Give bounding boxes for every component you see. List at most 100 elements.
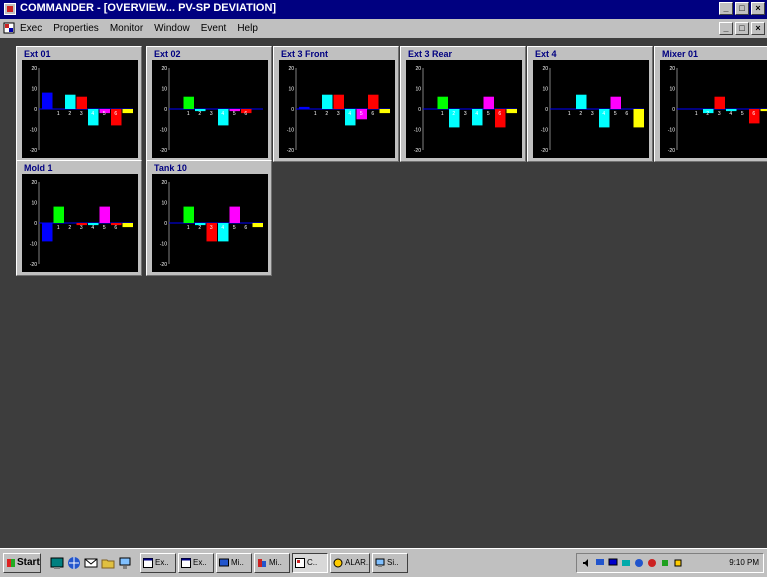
- chart-panel[interactable]: Mold 1 20 10 0 -10 -20 1 2 3 4 5 6: [16, 160, 142, 276]
- y-tick-label: -10: [30, 242, 37, 248]
- taskbar-item-label: Ex..: [155, 558, 169, 567]
- y-tick-label: 20: [31, 180, 37, 186]
- taskbar-item[interactable]: Ex..: [140, 553, 176, 573]
- x-tick-label: 1: [57, 111, 60, 117]
- y-tick-label: 10: [161, 201, 167, 207]
- y-tick-label: 0: [672, 107, 675, 113]
- chart-bar: [183, 206, 194, 223]
- x-tick-label: 2: [579, 111, 582, 117]
- y-tick-label: 0: [34, 221, 37, 227]
- chart-panel[interactable]: Tank 10 20 10 0 -10 -20 1 2 3 4 5 6: [146, 160, 272, 276]
- x-tick-label: 6: [244, 111, 247, 117]
- mail-icon[interactable]: [84, 556, 98, 570]
- taskbar-item-active[interactable]: C..: [292, 553, 328, 573]
- y-tick-label: 20: [669, 66, 675, 72]
- chart-bar: [379, 109, 390, 114]
- mdi-close-button[interactable]: ×: [751, 22, 765, 35]
- deviation-chart: 20 10 0 -10 -20 1 2 3 4 5 6: [22, 174, 138, 272]
- title-bar[interactable]: COMMANDER - [OVERVIEW... PV-SP DEVIATION…: [0, 0, 767, 19]
- chart-panel[interactable]: Ext 4 20 10 0 -10 -20 1 2 3 4 5 6: [527, 46, 653, 162]
- y-tick-label: 20: [288, 66, 294, 72]
- task-tray-icon[interactable]: [621, 558, 631, 568]
- y-tick-label: 10: [288, 87, 294, 93]
- taskbar: Start Ex.. Ex.. Mi.. Mi.. C.. ALAR.. Si.…: [0, 548, 767, 577]
- x-tick-label: 2: [68, 111, 71, 117]
- x-tick-label: 1: [695, 111, 698, 117]
- chart-title: Ext 02: [154, 49, 181, 59]
- x-tick-label: 4: [91, 111, 94, 117]
- document-icon[interactable]: [3, 22, 15, 34]
- chart-panel[interactable]: Ext 3 Rear 20 10 0 -10 -20 1 2 3 4 5 6: [400, 46, 526, 162]
- y-tick-label: 0: [34, 107, 37, 113]
- y-tick-label: -10: [30, 128, 37, 134]
- chart-bar: [760, 109, 767, 112]
- volume-icon[interactable]: [582, 558, 592, 568]
- folder-icon[interactable]: [101, 556, 115, 570]
- y-tick-label: 0: [291, 107, 294, 113]
- chart-panel[interactable]: Ext 3 Front 20 10 0 -10 -20 1 2 3 4 5 6: [273, 46, 399, 162]
- x-tick-label: 5: [360, 111, 363, 117]
- x-tick-label: 5: [233, 225, 236, 231]
- x-tick-label: 3: [210, 225, 213, 231]
- chart-bar: [42, 223, 53, 242]
- x-tick-label: 6: [114, 111, 117, 117]
- x-tick-label: 3: [80, 111, 83, 117]
- chart-bar: [506, 109, 517, 114]
- desktop-icon[interactable]: [50, 556, 64, 570]
- x-tick-label: 3: [80, 225, 83, 231]
- menu-help[interactable]: Help: [237, 23, 258, 34]
- minimize-button[interactable]: _: [719, 2, 733, 15]
- x-tick-label: 4: [221, 225, 224, 231]
- y-tick-label: -10: [160, 128, 167, 134]
- x-tick-label: 2: [198, 225, 201, 231]
- x-tick-label: 5: [741, 111, 744, 117]
- app-icon[interactable]: [4, 3, 16, 15]
- y-tick-label: -20: [160, 148, 167, 154]
- power-tray-icon[interactable]: [660, 558, 670, 568]
- x-tick-label: 4: [348, 111, 351, 117]
- taskbar-item[interactable]: Mi..: [254, 553, 290, 573]
- monitor-tray-icon[interactable]: [608, 558, 618, 568]
- security-tray-icon[interactable]: [673, 558, 683, 568]
- chart-bar: [65, 94, 76, 109]
- taskbar-item[interactable]: ALAR..: [330, 553, 370, 573]
- deviation-chart: 20 10 0 -10 -20 1 2 3 4 5 6: [660, 60, 767, 158]
- chart-bar: [122, 223, 133, 228]
- taskbar-item[interactable]: Ex..: [178, 553, 214, 573]
- network-icon[interactable]: [118, 556, 132, 570]
- taskbar-item-label: Si..: [387, 558, 399, 567]
- browser-icon[interactable]: [67, 556, 81, 570]
- taskbar-item-label: ALAR..: [345, 558, 370, 567]
- close-button[interactable]: ×: [751, 2, 765, 15]
- chart-panel[interactable]: Ext 02 20 10 0 -10 -20 1 2 3 4 5 6: [146, 46, 272, 162]
- chart-title: Mold 1: [24, 163, 53, 173]
- taskbar-item[interactable]: Mi..: [216, 553, 252, 573]
- mixer-app-icon: [258, 559, 266, 567]
- menu-event[interactable]: Event: [201, 23, 227, 34]
- x-tick-label: 5: [614, 111, 617, 117]
- menu-properties[interactable]: Properties: [53, 23, 99, 34]
- window-title: COMMANDER - [OVERVIEW... PV-SP DEVIATION…: [20, 2, 277, 14]
- start-button[interactable]: Start: [3, 553, 41, 573]
- mdi-restore-button[interactable]: □: [735, 22, 749, 35]
- chart-bar: [183, 96, 194, 109]
- y-tick-label: 10: [31, 201, 37, 207]
- chart-bar: [99, 206, 110, 223]
- alert-tray-icon[interactable]: [647, 558, 657, 568]
- chart-title: Mixer 01: [662, 49, 699, 59]
- x-tick-label: 2: [452, 111, 455, 117]
- taskbar-item[interactable]: Si..: [372, 553, 408, 573]
- mdi-minimize-button[interactable]: _: [719, 22, 733, 35]
- menu-monitor[interactable]: Monitor: [110, 23, 143, 34]
- scheduler-tray-icon[interactable]: [634, 558, 644, 568]
- y-tick-label: 10: [669, 87, 675, 93]
- maximize-button[interactable]: □: [735, 2, 749, 15]
- deviation-chart: 20 10 0 -10 -20 1 2 3 4 5 6: [279, 60, 395, 158]
- network-status-icon[interactable]: [595, 558, 605, 568]
- chart-panel[interactable]: Ext 01 20 10 0 -10 -20 1 2 3 4 5 6: [16, 46, 142, 162]
- menu-exec[interactable]: Exec: [20, 23, 42, 34]
- menu-window[interactable]: Window: [154, 23, 190, 34]
- y-tick-label: -20: [287, 148, 294, 154]
- chart-panel[interactable]: Mixer 01 20 10 0 -10 -20 1 2 3 4 5 6: [654, 46, 767, 162]
- chart-title: Ext 3 Rear: [408, 49, 453, 59]
